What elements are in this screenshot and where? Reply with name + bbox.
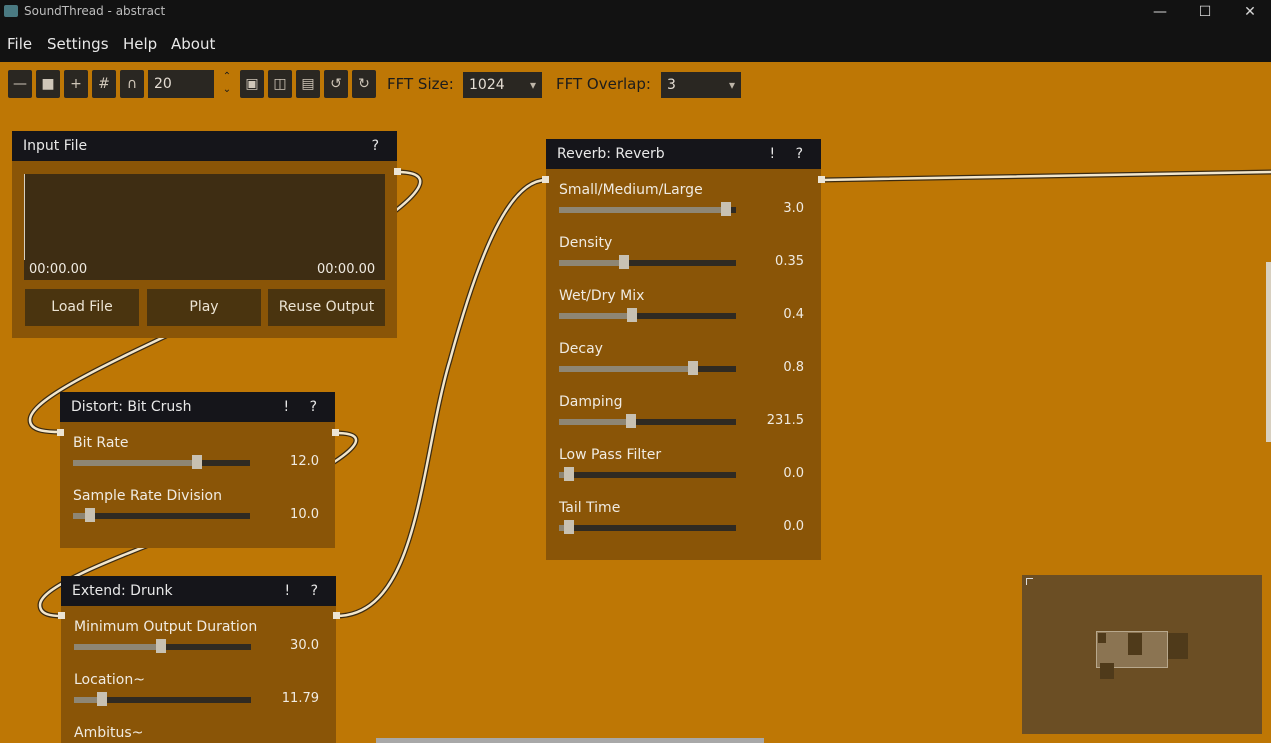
param-label: Wet/Dry Mix [559, 288, 645, 304]
slider-handle[interactable] [564, 467, 574, 481]
slider-handle[interactable] [619, 255, 629, 269]
output-port[interactable] [332, 429, 339, 436]
param-value: 0.35 [775, 254, 804, 269]
param-value: 3.0 [783, 201, 804, 216]
param-label: Decay [559, 341, 603, 357]
minimap-node [1098, 633, 1106, 643]
input-port[interactable] [57, 429, 64, 436]
param-slider[interactable] [559, 255, 736, 269]
slider-fill [559, 260, 623, 266]
node-header[interactable]: Distort: Bit Crush ! ? [60, 392, 335, 422]
param-slider[interactable] [559, 467, 736, 481]
node-info-icons[interactable]: ! ? [284, 392, 326, 422]
param-value: 30.0 [290, 638, 319, 653]
minimap-node [1128, 633, 1142, 655]
node-title: Distort: Bit Crush [71, 399, 192, 415]
param-label: Damping [559, 394, 623, 410]
play-button[interactable]: Play [147, 289, 261, 326]
slider-fill [559, 419, 630, 425]
slider-handle[interactable] [97, 692, 107, 706]
param-value: 12.0 [290, 454, 319, 469]
minimap[interactable] [1022, 575, 1262, 734]
node-title: Extend: Drunk [72, 583, 173, 599]
slider-handle[interactable] [192, 455, 202, 469]
input-port[interactable] [542, 176, 549, 183]
minimap-node [1168, 633, 1188, 659]
output-port[interactable] [333, 612, 340, 619]
minimap-resize-icon[interactable] [1026, 578, 1033, 585]
input-port[interactable] [58, 612, 65, 619]
param-label: Sample Rate Division [73, 488, 222, 504]
param-label: Bit Rate [73, 435, 129, 451]
param-label: Density [559, 235, 613, 251]
node-header[interactable]: Input File ? [12, 131, 397, 161]
output-port[interactable] [394, 168, 401, 175]
node-title: Reverb: Reverb [557, 146, 665, 162]
bit-crush-node[interactable]: Distort: Bit Crush ! ? [60, 392, 335, 548]
slider-handle[interactable] [156, 639, 166, 653]
param-slider[interactable] [559, 308, 736, 322]
slider-fill [73, 460, 199, 466]
slider-handle[interactable] [85, 508, 95, 522]
slider-fill [559, 366, 695, 372]
param-label: Low Pass Filter [559, 447, 662, 463]
slider-fill [559, 207, 731, 213]
slider-fill [73, 513, 85, 519]
slider-handle[interactable] [564, 520, 574, 534]
vertical-scrollbar[interactable] [1266, 262, 1271, 442]
load-file-button[interactable]: Load File [25, 289, 139, 326]
slider-handle[interactable] [688, 361, 698, 375]
slider-handle[interactable] [627, 308, 637, 322]
time-start: 00:00.00 [29, 262, 88, 277]
param-value: 0.4 [783, 307, 804, 322]
param-value: 11.79 [281, 691, 319, 706]
node-info-icons[interactable]: ! ? [770, 139, 812, 169]
param-slider[interactable] [74, 692, 251, 706]
node-title: Input File [23, 138, 88, 154]
param-label: Ambitus~ [74, 725, 144, 741]
param-value: 0.8 [783, 360, 804, 375]
reuse-output-button[interactable]: Reuse Output [268, 289, 385, 326]
slider-handle[interactable] [721, 202, 731, 216]
slider-handle[interactable] [626, 414, 636, 428]
output-port[interactable] [818, 176, 825, 183]
param-slider[interactable] [73, 508, 250, 522]
param-slider[interactable] [559, 202, 736, 216]
param-value: 0.0 [783, 519, 804, 534]
param-label: Minimum Output Duration [74, 619, 258, 635]
param-slider[interactable] [559, 414, 736, 428]
param-slider[interactable] [559, 361, 736, 375]
param-value: 0.0 [783, 466, 804, 481]
param-label: Tail Time [559, 500, 621, 516]
param-value: 231.5 [766, 413, 804, 428]
param-slider[interactable] [559, 520, 736, 534]
playhead [24, 174, 25, 260]
help-icon[interactable]: ? [372, 131, 387, 161]
slider-fill [74, 697, 99, 703]
param-label: Location~ [74, 672, 145, 688]
slider-fill [559, 313, 632, 319]
node-header[interactable]: Reverb: Reverb ! ? [546, 139, 821, 169]
slider-fill [74, 644, 161, 650]
param-slider[interactable] [74, 639, 251, 653]
param-value: 10.0 [290, 507, 319, 522]
horizontal-scrollbar[interactable] [376, 738, 764, 743]
time-end: 00:00.00 [317, 262, 376, 277]
param-label: Small/Medium/Large [559, 182, 703, 198]
param-slider[interactable] [73, 455, 250, 469]
drunk-node[interactable]: Extend: Drunk ! ? [61, 576, 336, 743]
node-header[interactable]: Extend: Drunk ! ? [61, 576, 336, 606]
node-info-icons[interactable]: ! ? [285, 576, 327, 606]
minimap-node [1100, 663, 1114, 679]
